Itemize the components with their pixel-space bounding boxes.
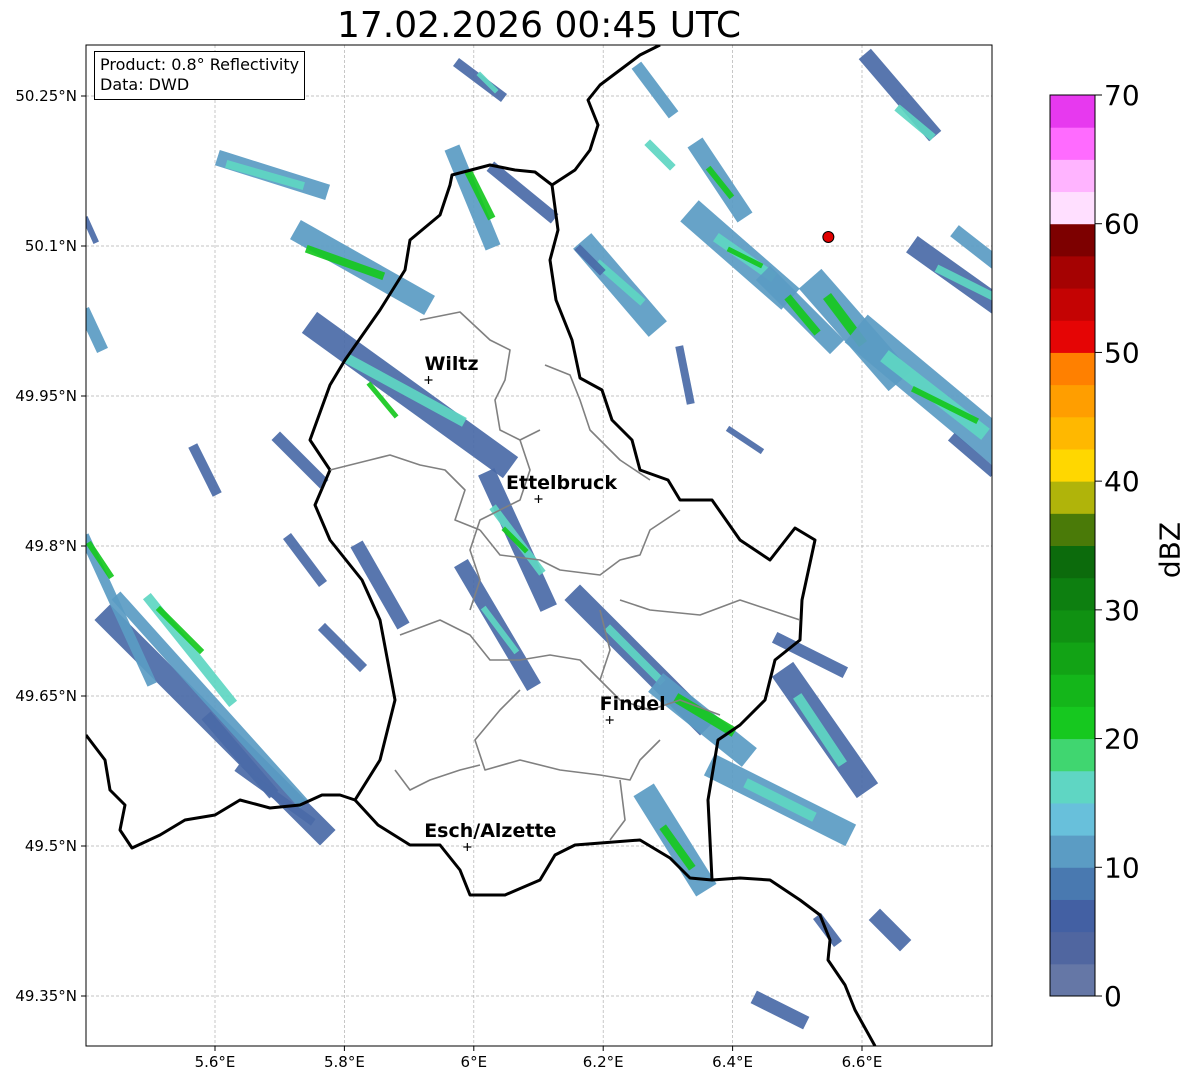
colorbar-cell: [1050, 802, 1095, 836]
y-tick-label: 49.65°N: [15, 687, 77, 705]
colorbar-label: dBZ: [1154, 522, 1184, 578]
x-tick-label: 5.6°E: [195, 1053, 236, 1071]
city-label: Esch/Alzette: [424, 820, 556, 842]
colorbar: 0 10 20 30 40 50 60 70: [1049, 80, 1140, 1013]
colorbar-cell: [1050, 448, 1095, 482]
colorbar-tick-label: 70: [1104, 80, 1140, 112]
city-label: Ettelbruck: [506, 472, 617, 494]
y-tick-label: 50.25°N: [15, 87, 77, 105]
colorbar-tick-label: 60: [1104, 208, 1140, 241]
x-tick-label: 6.2°E: [583, 1053, 624, 1071]
radar-site-marker: [822, 231, 835, 243]
colorbar-cell: [1050, 352, 1095, 386]
map-background: [86, 45, 992, 1046]
colorbar-cell: [1050, 223, 1095, 257]
colorbar-tick-label: 50: [1104, 336, 1140, 369]
y-tick-label: 49.8°N: [25, 537, 77, 555]
colorbar-cell: [1050, 95, 1095, 128]
colorbar-cell: [1050, 963, 1095, 997]
colorbar-cell: [1050, 288, 1095, 321]
colorbar-cell: [1050, 384, 1095, 418]
colorbar-tick-label: 40: [1104, 465, 1140, 498]
colorbar-cell: [1050, 899, 1095, 933]
x-tick-label: 6°E: [461, 1053, 488, 1071]
y-tick-label: 50.1°N: [25, 237, 77, 255]
y-tick-label: 49.35°N: [15, 987, 77, 1005]
colorbar-ticks: 0 10 20 30 40 50 60 70: [1095, 80, 1140, 1013]
colorbar-cell: [1050, 127, 1095, 160]
colorbar-cell: [1050, 642, 1095, 675]
colorbar-cell: [1050, 867, 1095, 900]
colorbar-cell: [1050, 159, 1095, 193]
colorbar-cell: [1050, 481, 1095, 514]
colorbar-cell: [1050, 577, 1095, 611]
x-tick-label: 6.4°E: [712, 1053, 753, 1071]
y-tick-label: 49.95°N: [15, 387, 77, 405]
colorbar-cell: [1050, 416, 1095, 450]
product-label: Product: 0.8° Reflectivity: [100, 55, 300, 74]
colorbar-cell: [1050, 770, 1095, 804]
colorbar-cell: [1050, 706, 1095, 740]
x-tick-label: 6.6°E: [842, 1053, 883, 1071]
colorbar-cell: [1050, 255, 1095, 289]
colorbar-cells: [1050, 95, 1095, 997]
colorbar-cell: [1050, 191, 1095, 225]
y-tick-label: 49.5°N: [25, 837, 77, 855]
city-label: Wiltz: [424, 353, 478, 375]
colorbar-cell: [1050, 738, 1095, 772]
x-tick-label: 5.8°E: [324, 1053, 365, 1071]
colorbar-unit: dBZ: [1154, 522, 1184, 578]
colorbar-cell: [1050, 674, 1095, 707]
product-info-box: Product: 0.8° Reflectivity Data: DWD: [94, 51, 306, 100]
colorbar-tick-label: 20: [1104, 723, 1140, 756]
colorbar-cell: [1050, 545, 1095, 579]
colorbar-tick-label: 30: [1104, 594, 1140, 627]
city-label: Findel: [600, 693, 666, 715]
colorbar-cell: [1050, 513, 1095, 546]
colorbar-tick-label: 0: [1104, 980, 1122, 1013]
colorbar-tick-label: 10: [1104, 851, 1140, 884]
radar-map: Wiltz Ettelbruck Findel Esch/Alzette 5.6°E 5…: [15, 44, 993, 1071]
colorbar-cell: [1050, 931, 1095, 965]
colorbar-cell: [1050, 320, 1095, 353]
colorbar-cell: [1050, 835, 1095, 868]
data-source-label: Data: DWD: [100, 75, 190, 94]
colorbar-cell: [1050, 609, 1095, 643]
